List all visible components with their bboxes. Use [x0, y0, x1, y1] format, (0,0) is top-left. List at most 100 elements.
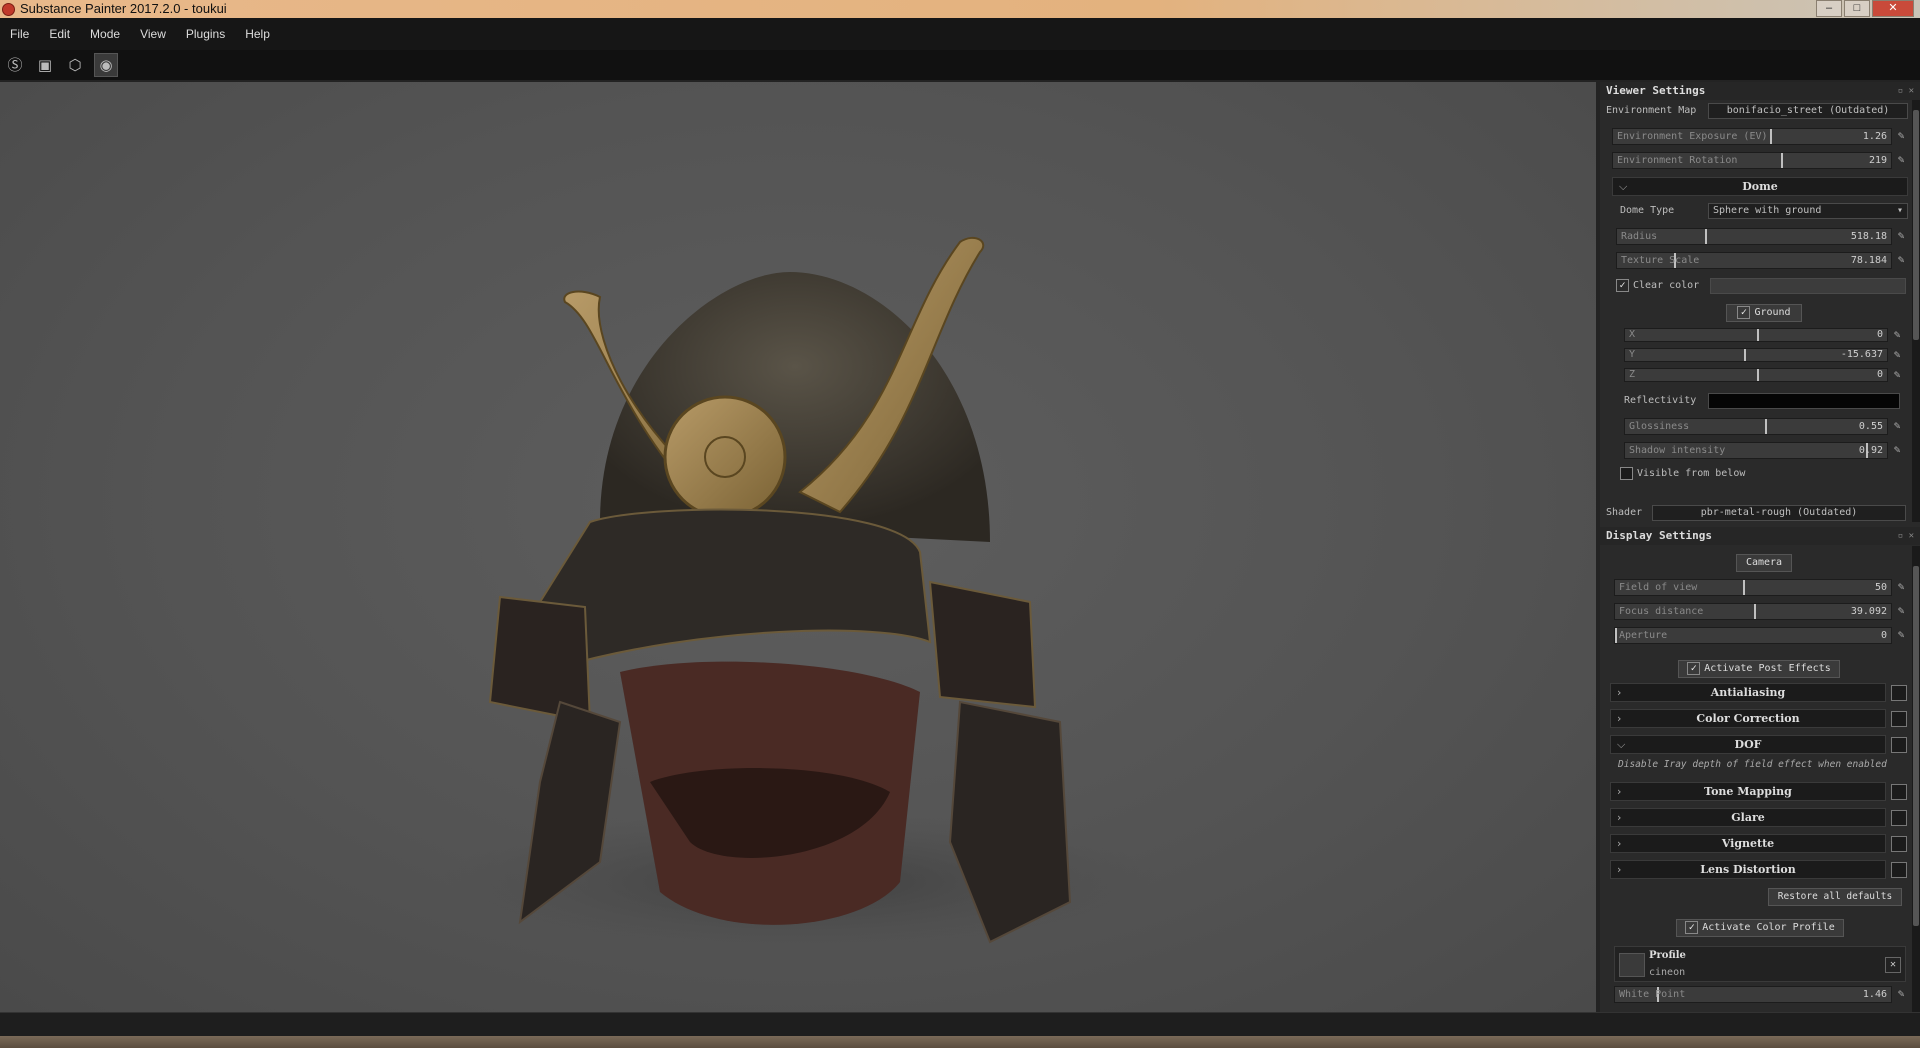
menu-help[interactable]: Help	[235, 27, 280, 41]
ground-x-slider[interactable]: X 0	[1624, 328, 1888, 342]
profile-thumbnail[interactable]	[1619, 953, 1645, 977]
shader-field[interactable]: pbr-metal-rough (Outdated)	[1652, 505, 1906, 521]
dropdown-arrow-icon: ▾	[1896, 205, 1903, 216]
slider-handle[interactable]	[1705, 229, 1707, 244]
effect-antialiasing[interactable]: › Antialiasing	[1610, 683, 1907, 702]
pencil-icon[interactable]: ✎	[1894, 128, 1908, 143]
chevron-right-icon: ›	[1617, 837, 1622, 850]
dome-section-header[interactable]: ⌵ Dome	[1612, 177, 1908, 196]
slider-handle[interactable]	[1744, 349, 1746, 361]
post-effects-label: Activate Post Effects	[1704, 663, 1831, 674]
dome-type-select[interactable]: Sphere with ground ▾	[1708, 203, 1908, 219]
pencil-icon[interactable]: ✎	[1894, 228, 1908, 243]
panel-pin-close-icon[interactable]: ▫ ✕	[1898, 527, 1914, 545]
clear-profile-icon[interactable]: ✕	[1885, 957, 1901, 973]
ground-z-label: Z	[1629, 369, 1636, 380]
slider-handle[interactable]	[1743, 580, 1745, 595]
aperture-slider[interactable]: Aperture 0	[1614, 627, 1892, 644]
effect-dof[interactable]: ⌵ DOF	[1610, 735, 1907, 754]
white-point-slider[interactable]: White Point 1.46	[1614, 986, 1892, 1003]
visible-from-below-checkbox[interactable]	[1620, 466, 1633, 480]
profile-row: Profile cineon ✕	[1614, 946, 1906, 982]
panel-pin-close-icon[interactable]: ▫ ✕	[1898, 82, 1914, 100]
field-of-view-slider[interactable]: Field of view 50	[1614, 579, 1892, 596]
glossiness-slider[interactable]: Glossiness 0.55	[1624, 418, 1888, 435]
dof-note: Disable Iray depth of field effect when …	[1618, 759, 1887, 770]
slider-handle[interactable]	[1754, 604, 1756, 619]
post-effects-checkbox[interactable]: ✓	[1687, 661, 1701, 675]
effect-checkbox[interactable]	[1891, 862, 1907, 878]
menu-plugins[interactable]: Plugins	[176, 27, 235, 41]
env-rotation-slider[interactable]: Environment Rotation 219	[1612, 152, 1892, 169]
camera-button[interactable]: Camera	[1736, 554, 1792, 572]
effect-checkbox[interactable]	[1891, 685, 1907, 701]
pencil-icon[interactable]: ✎	[1894, 579, 1908, 594]
pencil-icon[interactable]: ✎	[1890, 442, 1904, 457]
pencil-icon[interactable]: ✎	[1890, 347, 1904, 362]
menu-file[interactable]: File	[0, 27, 39, 41]
video-camera-icon[interactable]: ▣	[34, 54, 56, 76]
slider-handle[interactable]	[1765, 419, 1767, 434]
env-map-field[interactable]: bonifacio_street (Outdated)	[1708, 103, 1908, 119]
menu-mode[interactable]: Mode	[80, 27, 130, 41]
pencil-icon[interactable]: ✎	[1890, 418, 1904, 433]
focus-distance-label: Focus distance	[1619, 606, 1704, 617]
restore-defaults-button[interactable]: Restore all defaults	[1768, 888, 1902, 906]
ground-toggle[interactable]: ✓ Ground	[1726, 304, 1802, 322]
activate-color-profile-toggle[interactable]: ✓ Activate Color Profile	[1676, 919, 1844, 937]
focus-distance-value: 39.092	[1850, 606, 1887, 617]
menu-view[interactable]: View	[130, 27, 176, 41]
pencil-icon[interactable]: ✎	[1894, 627, 1908, 642]
ground-z-slider[interactable]: Z 0	[1624, 368, 1888, 382]
shadow-intensity-label: Shadow intensity	[1629, 445, 1726, 456]
pencil-icon[interactable]: ✎	[1894, 986, 1908, 1001]
3d-viewport[interactable]	[0, 82, 1596, 1012]
maximize-icon[interactable]: □	[1844, 0, 1870, 17]
ground-y-slider[interactable]: Y -15.637	[1624, 348, 1888, 362]
effect-color-correction[interactable]: › Color Correction	[1610, 709, 1907, 728]
screenshot-camera-icon[interactable]: ◉	[94, 53, 118, 77]
viewer-scroll-thumb[interactable]	[1913, 110, 1919, 340]
pencil-icon[interactable]: ✎	[1890, 327, 1904, 342]
reflectivity-swatch[interactable]	[1708, 393, 1900, 409]
menu-edit[interactable]: Edit	[39, 27, 80, 41]
slider-handle[interactable]	[1781, 153, 1783, 168]
effect-lens-distortion[interactable]: › Lens Distortion	[1610, 860, 1907, 879]
minimize-icon[interactable]: –	[1816, 0, 1842, 17]
effect-checkbox[interactable]	[1891, 810, 1907, 826]
pencil-icon[interactable]: ✎	[1894, 252, 1908, 267]
texture-scale-slider[interactable]: Texture Scale 78.184	[1616, 252, 1892, 269]
effect-glare[interactable]: › Glare	[1610, 808, 1907, 827]
effect-tone-mapping[interactable]: › Tone Mapping	[1610, 782, 1907, 801]
env-exposure-slider[interactable]: Environment Exposure (EV) 1.26	[1612, 128, 1892, 145]
close-icon[interactable]: ✕	[1872, 0, 1914, 17]
pencil-icon[interactable]: ✎	[1894, 152, 1908, 167]
slider-handle[interactable]	[1770, 129, 1772, 144]
slider-handle[interactable]	[1757, 369, 1759, 381]
display-scroll-thumb[interactable]	[1913, 566, 1919, 926]
shadow-intensity-slider[interactable]: Shadow intensity 0.92	[1624, 442, 1888, 459]
slider-handle[interactable]	[1615, 628, 1617, 643]
color-profile-checkbox[interactable]: ✓	[1685, 920, 1699, 934]
substance-s-icon[interactable]: Ⓢ	[4, 54, 26, 76]
effect-checkbox[interactable]	[1891, 711, 1907, 727]
radius-slider[interactable]: Radius 518.18	[1616, 228, 1892, 245]
viewer-scrollbar[interactable]	[1912, 100, 1920, 522]
cube-icon[interactable]: ⬡	[64, 54, 86, 76]
slider-handle[interactable]	[1757, 329, 1759, 341]
activate-post-effects-toggle[interactable]: ✓ Activate Post Effects	[1678, 660, 1840, 678]
effect-checkbox[interactable]	[1891, 836, 1907, 852]
effect-vignette[interactable]: › Vignette	[1610, 834, 1907, 853]
pencil-icon[interactable]: ✎	[1894, 603, 1908, 618]
effect-checkbox[interactable]	[1891, 784, 1907, 800]
focus-distance-slider[interactable]: Focus distance 39.092	[1614, 603, 1892, 620]
ground-checkbox[interactable]: ✓	[1737, 305, 1751, 319]
display-settings-header: Display Settings ▫ ✕	[1600, 527, 1920, 545]
clear-color-checkbox[interactable]: ✓	[1616, 278, 1629, 292]
display-scrollbar[interactable]	[1912, 546, 1920, 1012]
effect-label: Antialiasing	[1710, 686, 1786, 699]
clear-color-swatch[interactable]	[1710, 278, 1906, 294]
effect-checkbox[interactable]	[1891, 737, 1907, 753]
effect-label: Lens Distortion	[1700, 863, 1796, 876]
pencil-icon[interactable]: ✎	[1890, 367, 1904, 382]
